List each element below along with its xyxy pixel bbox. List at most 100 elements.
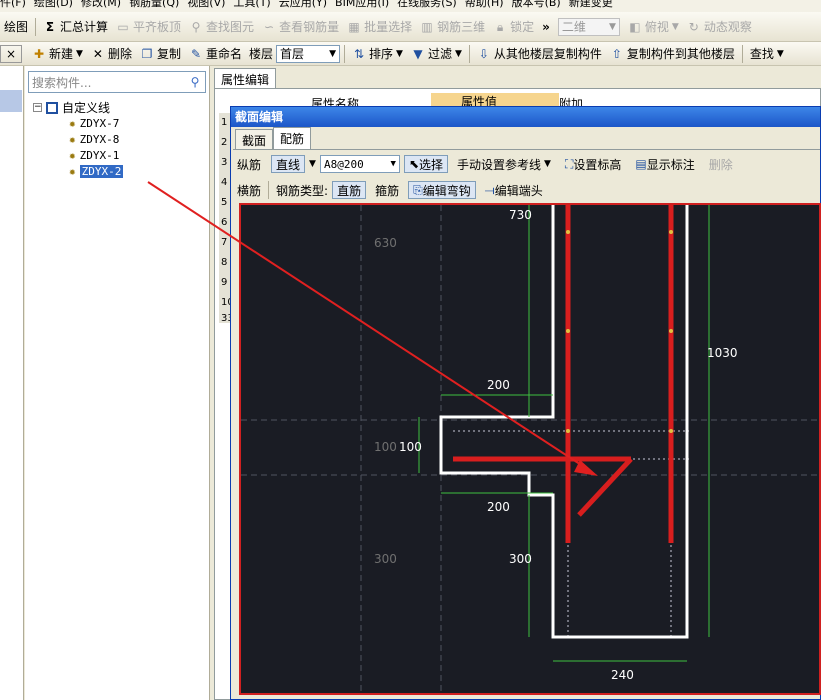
tree-item[interactable]: ✹ ZDYX-1 (69, 149, 119, 162)
find-element-icon: ⚲ (191, 19, 201, 34)
edit-end-button[interactable]: ⟞ 编辑端头 (480, 181, 548, 199)
orbit-icon: ↻ (688, 19, 699, 34)
search-placeholder: 搜索构件... (32, 75, 92, 90)
select-button[interactable]: ⬉ 选择 (403, 155, 449, 173)
menu-view[interactable]: 视图(V) (187, 0, 225, 10)
toolbar-separator (468, 44, 470, 63)
menu-new-change[interactable]: 新建变更 (569, 0, 613, 10)
copy-to-floor-button[interactable]: ⇧ 复制构件到其他楼层 (606, 43, 739, 65)
rename-button[interactable]: ✎ 重命名 (185, 43, 246, 65)
menu-draw[interactable]: 绘图(D) (34, 0, 73, 10)
rebar-spec-select[interactable]: A8@200 ▼ (319, 155, 400, 173)
lock-button[interactable]: 🔒︎ 锁定 (489, 16, 538, 38)
tab-section[interactable]: 截面 (235, 129, 274, 149)
menu-version[interactable]: 版本号(B) (512, 0, 561, 10)
flat-top-button[interactable]: ▭ 平齐板顶 (112, 16, 185, 38)
delete-button[interactable]: ✕ 删除 (87, 43, 136, 65)
manual-ref-line-button[interactable]: 手动设置参考线 ▼ (452, 155, 556, 173)
new-button[interactable]: ✚ 新建 ▼ (28, 43, 87, 65)
draw-button[interactable]: 绘图 (0, 16, 32, 38)
rebar-point (669, 429, 673, 433)
calculate-button[interactable]: Σ 汇总计算 (39, 16, 112, 38)
set-elevation-button[interactable]: ⛶ 设置标高 (560, 155, 626, 173)
menu-tools[interactable]: 工具(T) (233, 0, 270, 10)
line-type-button[interactable]: 直线 (271, 155, 306, 173)
left-nav-strip (0, 66, 24, 700)
stirrup-button[interactable]: 箍筋 (370, 181, 404, 199)
dim-lower-height: 300 (509, 552, 532, 566)
close-icon: ✕ (92, 46, 103, 61)
dimension-lines (418, 205, 710, 662)
tree-item[interactable]: ✹ ZDYX-8 (69, 133, 119, 146)
sort-icon: ⇅ (353, 46, 365, 61)
close-panel-button[interactable]: × (0, 44, 22, 63)
rebar-toolbar-row2: 横筋 钢筋类型: 直筋 箍筋 ⎘ 编辑弯钩 ⟞ 编辑端头 (237, 179, 548, 201)
rebar-toolbar-row1: 纵筋 直线 ▼ A8@200 ▼ ⬉ 选择 手动设置参考线 ▼ ⛶ 设置标高 ▤ 显示标注… (237, 153, 738, 175)
floor-select[interactable]: 首层 ▼ (276, 44, 340, 63)
section-drawing[interactable]: 630 100 300 730 1030 200 100 200 300 240 (241, 205, 821, 695)
search-icon[interactable]: ⚲ (185, 75, 205, 89)
dynamic-view-button[interactable]: ↻ 动态观察 (683, 16, 756, 38)
view-combo[interactable]: 二维 ▼ (554, 16, 624, 38)
tree-item[interactable]: ✹ ZDYX-7 (69, 117, 119, 130)
ghost-dim-left: 100 (374, 440, 397, 454)
pointer-icon: ⬉ (408, 157, 420, 171)
rebar-point (566, 230, 570, 234)
toolbar-overflow-button[interactable]: » (538, 16, 554, 38)
component-toolbar: × ✚ 新建 ▼ ✕ 删除 ❐ 复制 ✎ 重命名 楼层 首层 ▼ ⇅ 排序 ▼ ▼ 过滤 ▼ ⇩ 从其… (0, 42, 821, 66)
batch-select-button[interactable]: ▦ 批量选择 (343, 16, 416, 38)
search-input[interactable]: 搜索构件... ⚲ (28, 71, 206, 93)
menu-bim[interactable]: BIM应用(I) (335, 0, 389, 10)
menu-online[interactable]: 在线服务(S) (397, 0, 457, 10)
view-rebar-icon: ∽ (264, 19, 275, 34)
menu-file[interactable]: 件(F) (0, 0, 26, 10)
elevation-icon: ⛶ (564, 156, 574, 171)
find-element-button[interactable]: ⚲ 查找图元 (185, 16, 258, 38)
section-outline (439, 205, 689, 639)
label-icon: ▤ (635, 157, 647, 171)
chevron-down-icon: ▼ (390, 159, 396, 169)
copy-from-floor-button[interactable]: ⇩ 从其他楼层复制构件 (473, 43, 606, 65)
filter-button[interactable]: ▼ 过滤 ▼ (407, 43, 466, 65)
tree-root[interactable]: − 自定义线 (33, 99, 110, 116)
dialog-tabs: 截面 配筋 (235, 127, 312, 149)
chevron-down-icon: ▼ (329, 48, 336, 59)
toolbar-separator (35, 17, 37, 36)
copy-button[interactable]: ❐ 复制 (136, 43, 185, 65)
ghost-dim-lower: 300 (374, 552, 397, 566)
dim-top: 730 (509, 208, 532, 222)
find-button[interactable]: 查找 ▼ (746, 43, 788, 65)
rename-icon: ✎ (190, 46, 201, 61)
cube-icon: ◧ (629, 19, 641, 34)
collapse-icon[interactable]: − (33, 103, 42, 112)
gear-icon: ✹ (69, 149, 76, 162)
line-folder-icon (46, 101, 58, 114)
sort-button[interactable]: ⇅ 排序 ▼ (348, 43, 407, 65)
rebar-hook[interactable] (577, 457, 633, 517)
nav-selected-item[interactable] (0, 90, 22, 112)
straight-rebar-button[interactable]: 直筋 (332, 181, 367, 199)
copy-from-icon: ⇩ (478, 46, 489, 61)
section-edit-dialog: 截面编辑 截面 配筋 纵筋 直线 ▼ A8@200 ▼ ⬉ 选择 手动设置参考线 ▼ … (230, 106, 821, 700)
menu-rebar[interactable]: 钢筋量(Q) (129, 0, 179, 10)
view-mode-button[interactable]: ◧ 俯视 ▼ (624, 16, 683, 38)
tab-property-edit[interactable]: 属性编辑 (214, 68, 277, 88)
chevron-down-icon[interactable]: ▼ (309, 159, 316, 169)
component-tree-panel: 搜索构件... ⚲ − 自定义线 ✹ ZDYX-7 ✹ ZDYX-8 ✹ ZDYX-1… (25, 66, 210, 700)
tree-item-selected[interactable]: ✹ ZDYX-2 (69, 165, 124, 178)
edit-hook-button[interactable]: ⎘ 编辑弯钩 (408, 181, 476, 199)
toolbar-separator (268, 181, 270, 199)
view-rebar-button[interactable]: ∽ 查看钢筋量 (258, 16, 343, 38)
show-labels-button[interactable]: ▤ 显示标注 (630, 155, 699, 173)
menu-help[interactable]: 帮助(H) (465, 0, 504, 10)
dialog-title[interactable]: 截面编辑 (231, 107, 820, 127)
tab-reinforcement[interactable]: 配筋 (273, 127, 312, 149)
delete-rebar-button[interactable]: 删除 (704, 155, 738, 173)
menu-modify[interactable]: 修改(M) (81, 0, 121, 10)
rebar-3d-button[interactable]: ▥ 钢筋三维 (416, 16, 489, 38)
menu-cloud[interactable]: 云应用(Y) (279, 0, 327, 10)
dim-upper-width: 200 (487, 378, 510, 392)
flat-top-icon: ▭ (117, 19, 129, 34)
drawing-canvas[interactable]: 630 100 300 730 1030 200 100 200 300 240 (239, 203, 821, 695)
dim-bottom-width: 240 (611, 668, 634, 682)
